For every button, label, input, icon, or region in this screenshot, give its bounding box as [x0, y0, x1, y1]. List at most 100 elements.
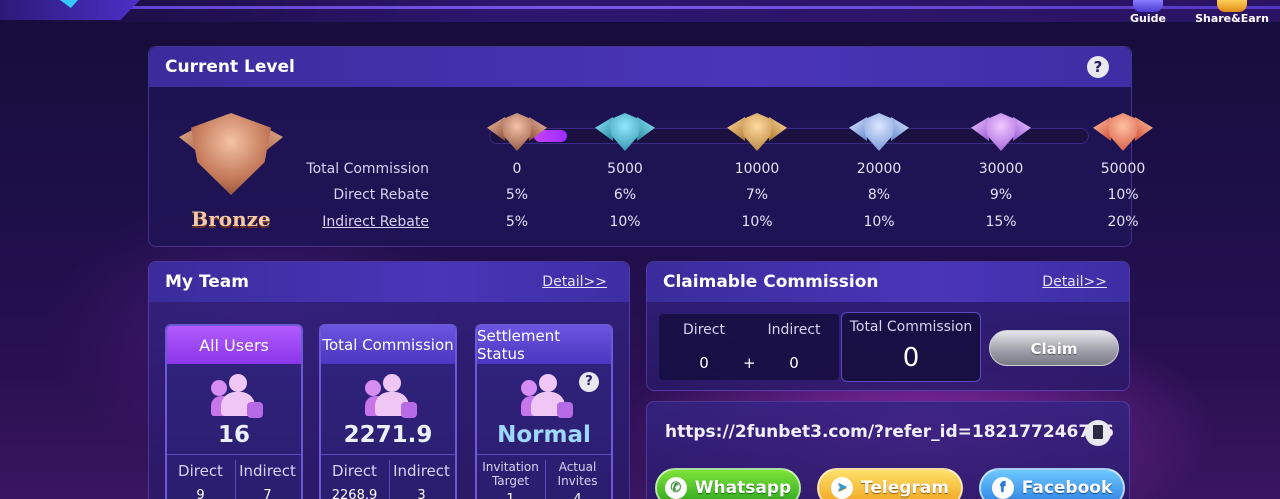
referral-panel: https://2funbet3.com/?refer_id=182177246… — [646, 401, 1130, 499]
card-divider — [477, 454, 611, 455]
settlement-help-icon[interactable]: ? — [579, 372, 599, 392]
rank-badge: Bronze — [179, 107, 283, 231]
claimable-title: Claimable Commission — [663, 272, 879, 292]
telegram-button[interactable]: ➤ Telegram — [817, 468, 963, 499]
level-3-indirect-value: 10% — [741, 214, 773, 230]
sub-label-indirect: Indirect — [239, 462, 296, 480]
guide-button[interactable]: Guide — [1126, 0, 1170, 25]
card-divider — [321, 454, 455, 455]
claim-button[interactable]: Claim — [989, 330, 1119, 366]
total-commission-label: Total Commission — [849, 319, 973, 335]
back-tab-accent — [60, 0, 78, 8]
sub-label-direct: Direct — [332, 462, 377, 480]
current-level-header: Current Level ? — [149, 47, 1131, 87]
claimable-commission-panel: Claimable Commission Detail>> Direct Ind… — [646, 261, 1130, 391]
users-check-icon — [521, 374, 573, 418]
telegram-icon: ➤ — [831, 477, 854, 499]
claimable-detail-link[interactable]: Detail>> — [1042, 274, 1107, 290]
level-6-badge-icon — [1093, 109, 1153, 159]
level-3-badge-icon — [727, 109, 787, 159]
all-users-card[interactable]: All Users 16 Direct Indirect 9 7 — [165, 324, 303, 499]
users-coins-icon — [365, 374, 417, 418]
level-3-total-value: 10000 — [734, 161, 780, 177]
level-5-total-value: 30000 — [978, 161, 1024, 177]
invitation-target-label: Invitation Target — [482, 460, 539, 488]
facebook-button[interactable]: f Facebook — [979, 468, 1125, 499]
share-earn-button[interactable]: Share&Earn — [1194, 0, 1270, 25]
settlement-status-card[interactable]: Settlement Status ? Normal Invitation Ta… — [475, 324, 613, 499]
whatsapp-label: Whatsapp — [694, 478, 792, 498]
sub-value-direct: 2268.9 — [331, 488, 378, 499]
coins-icon — [1217, 0, 1247, 12]
level-1-total-value: 0 — [512, 161, 522, 177]
my-team-title: My Team — [165, 272, 249, 292]
level-1-indirect-value: 5% — [505, 214, 529, 230]
current-level-title: Current Level — [165, 57, 295, 77]
sub-value-indirect: 7 — [263, 488, 272, 499]
level-4-direct-value: 8% — [867, 187, 891, 203]
direct-label: Direct — [683, 322, 725, 338]
level-2-direct-value: 6% — [613, 187, 637, 203]
level-2-total-value: 5000 — [607, 161, 643, 177]
actual-invites-label: Actual Invites — [557, 460, 598, 488]
guide-icon — [1133, 0, 1163, 12]
sub-label-indirect: Indirect — [393, 462, 450, 480]
total-commission-label: Total Commission — [306, 161, 429, 177]
total-commission-card[interactable]: Total Commission 2271.9 Direct Indirect … — [319, 324, 457, 499]
share-earn-label: Share&Earn — [1195, 12, 1269, 25]
card-header: Total Commission — [321, 326, 455, 364]
invitation-target-value: 1 — [477, 492, 544, 499]
users-link-icon — [211, 374, 263, 418]
facebook-icon: f — [991, 477, 1014, 499]
help-icon[interactable]: ? — [1087, 56, 1109, 78]
card-value: 2271.9 — [343, 422, 433, 448]
indirect-value: 0 — [789, 354, 799, 372]
my-team-panel: My Team Detail>> All Users 16 Direct Ind… — [148, 261, 630, 499]
top-bar — [0, 0, 1280, 22]
card-header: All Users — [167, 326, 301, 364]
bronze-shield-icon — [191, 113, 271, 195]
total-commission-box: Total Commission 0 — [841, 312, 981, 382]
whatsapp-icon: ✆ — [664, 477, 687, 499]
level-1-direct-value: 5% — [505, 187, 529, 203]
whatsapp-button[interactable]: ✆ Whatsapp — [655, 468, 801, 499]
level-5-indirect-value: 15% — [985, 214, 1017, 230]
telegram-label: Telegram — [861, 478, 949, 498]
my-team-detail-link[interactable]: Detail>> — [542, 274, 607, 290]
level-4-total-value: 20000 — [856, 161, 902, 177]
top-bar-edge — [0, 6, 1280, 9]
my-team-header: My Team Detail>> — [149, 262, 629, 302]
rank-name: Bronze — [191, 207, 271, 231]
back-tab[interactable] — [0, 0, 140, 20]
direct-indirect-box: Direct Indirect 0 + 0 — [659, 314, 839, 380]
level-4-indirect-value: 10% — [863, 214, 895, 230]
level-5-badge-icon — [971, 109, 1031, 159]
claimable-header: Claimable Commission Detail>> — [647, 262, 1129, 302]
card-header: Settlement Status — [477, 326, 611, 364]
level-3-direct-value: 7% — [745, 187, 769, 203]
level-2-badge-icon — [595, 109, 655, 159]
direct-rebate-label: Direct Rebate — [333, 187, 429, 203]
level-6-direct-value: 10% — [1107, 187, 1139, 203]
actual-invites-value: 4 — [544, 492, 611, 499]
sub-value-indirect: 3 — [417, 488, 426, 499]
indirect-label: Indirect — [767, 322, 821, 338]
level-6-indirect-value: 20% — [1107, 214, 1139, 230]
direct-value: 0 — [699, 354, 709, 372]
sub-value-direct: 9 — [196, 488, 205, 499]
card-divider — [167, 454, 301, 455]
total-commission-value: 0 — [902, 343, 920, 373]
indirect-rebate-link[interactable]: Indirect Rebate — [289, 214, 429, 230]
level-2-indirect-value: 10% — [609, 214, 641, 230]
settlement-status-value: Normal — [497, 422, 591, 448]
level-5-direct-value: 9% — [989, 187, 1013, 203]
facebook-label: Facebook — [1021, 478, 1113, 498]
level-6-total-value: 50000 — [1100, 161, 1146, 177]
level-1-badge-icon — [487, 109, 547, 159]
referral-url: https://2funbet3.com/?refer_id=182177246… — [665, 422, 1114, 442]
guide-label: Guide — [1130, 12, 1166, 25]
card-value: 16 — [217, 422, 250, 448]
sub-label-direct: Direct — [178, 462, 223, 480]
level-4-badge-icon — [849, 109, 909, 159]
copy-icon[interactable] — [1085, 420, 1111, 446]
